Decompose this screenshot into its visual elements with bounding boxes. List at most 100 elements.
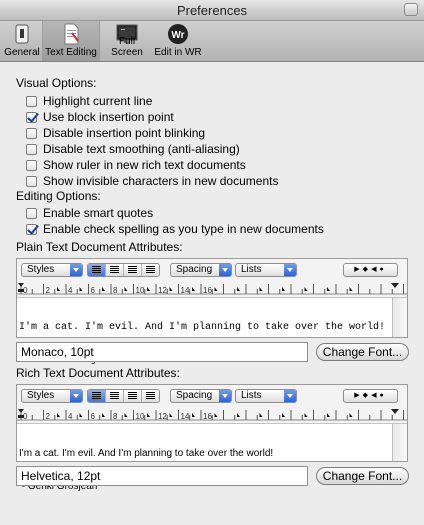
right-margin-marker[interactable] (391, 283, 399, 288)
tab-stop-marker[interactable] (169, 287, 173, 291)
right-margin-marker[interactable] (391, 409, 399, 414)
checkbox[interactable] (26, 223, 37, 235)
ruler-number: 14 (181, 412, 190, 421)
tab-stop-marker[interactable] (282, 413, 285, 417)
ruler-number: 6 (91, 286, 96, 295)
zoom-toolbar-toggle-button[interactable] (404, 3, 418, 16)
checkbox[interactable] (26, 159, 37, 171)
rich-text-attributes-heading: Rich Text Document Attributes: (16, 366, 180, 380)
toolbar-item-general[interactable]: General (4, 21, 40, 61)
spacing-label: Spacing (176, 390, 213, 401)
option-check-spelling[interactable]: Enable check spelling as you type in new… (26, 222, 324, 236)
checkbox[interactable] (26, 207, 37, 219)
option-enable-smart-quotes[interactable]: Enable smart quotes (26, 206, 153, 220)
tab-stops-well[interactable]: ▶◆◀● (343, 389, 398, 403)
spacing-popup[interactable]: Spacing (170, 389, 232, 403)
option-use-block-insertion-point[interactable]: Use block insertion point (26, 110, 174, 124)
checkbox[interactable] (26, 143, 37, 155)
tab-stop-marker[interactable] (237, 287, 240, 291)
align-left-button[interactable] (88, 390, 106, 402)
option-label: Highlight current line (43, 94, 153, 108)
tab-stop-marker[interactable] (327, 413, 330, 417)
plain-text-sample[interactable]: I'm a cat. I'm evil. And I'm planning to… (17, 297, 407, 366)
toolbar-label-general: General (4, 47, 40, 58)
rich-text-sample[interactable]: I'm a cat. I'm evil. And I'm planning to… (17, 423, 407, 492)
tab-stop-marker[interactable] (259, 287, 263, 291)
checkbox[interactable] (26, 175, 37, 187)
toolbar-item-edit-in-wr[interactable]: Wr Edit in WR (154, 21, 202, 61)
ruler[interactable]: 0 2 4 6 8 10 12 14 16 (17, 409, 407, 421)
tab-stop-marker[interactable] (147, 287, 150, 291)
align-justify-button[interactable] (124, 264, 142, 276)
plain-change-font-button[interactable]: Change Font... (316, 343, 409, 361)
svg-text:Wr: Wr (171, 30, 184, 41)
tab-stop-marker[interactable] (102, 287, 105, 291)
align-right-button[interactable] (142, 390, 159, 402)
tab-stop-marker[interactable] (79, 413, 83, 417)
toolbar-label-full-screen: Full Screen (111, 36, 143, 58)
scrollbar[interactable] (392, 298, 407, 337)
chevron-down-icon (70, 390, 82, 402)
tab-stop-marker[interactable] (124, 413, 128, 417)
tab-stop-marker[interactable] (349, 287, 353, 291)
tab-stop-marker[interactable] (79, 287, 83, 291)
checkbox[interactable] (26, 95, 37, 107)
option-label: Enable smart quotes (43, 206, 154, 220)
tab-stop-marker[interactable] (259, 413, 263, 417)
styles-popup[interactable]: Styles (21, 263, 83, 277)
checkbox[interactable] (26, 127, 37, 139)
tab-stop-marker[interactable] (192, 413, 195, 417)
visual-options-heading: Visual Options: (16, 76, 97, 90)
tab-stop-marker[interactable] (147, 413, 150, 417)
wr-logo-icon: Wr (167, 23, 189, 45)
option-disable-text-smoothing[interactable]: Disable text smoothing (anti-aliasing) (26, 142, 240, 156)
option-show-ruler[interactable]: Show ruler in new rich text documents (26, 158, 246, 172)
option-highlight-current-line[interactable]: Highlight current line (26, 94, 152, 108)
chevron-down-icon (219, 264, 231, 276)
ruler-number: 16 (203, 412, 212, 421)
scrollbar[interactable] (392, 424, 407, 461)
tab-stop-marker[interactable] (57, 413, 60, 417)
tab-stop-marker[interactable] (124, 287, 128, 291)
spacing-popup[interactable]: Spacing (170, 263, 232, 277)
tab-stop-marker[interactable] (237, 413, 240, 417)
option-show-invisible-characters[interactable]: Show invisible characters in new documen… (26, 174, 278, 188)
tab-stop-marker[interactable] (214, 413, 218, 417)
lists-popup[interactable]: Lists (235, 263, 297, 277)
tab-stop-marker[interactable] (304, 413, 308, 417)
ruler-number: 8 (113, 286, 118, 295)
align-right-button[interactable] (142, 264, 159, 276)
align-center-button[interactable] (106, 390, 124, 402)
styles-popup[interactable]: Styles (21, 389, 83, 403)
toolbar-label-edit-in-wr: Edit in WR (154, 47, 202, 58)
tab-stop-marker[interactable] (169, 413, 173, 417)
option-label: Show invisible characters in new documen… (43, 174, 279, 188)
spacing-label: Spacing (176, 264, 213, 275)
plain-text-attributes-heading: Plain Text Document Attributes: (16, 240, 183, 254)
text-document-icon (60, 23, 82, 45)
ruler-number: 2 (46, 412, 51, 421)
tab-stop-marker[interactable] (102, 413, 105, 417)
align-center-button[interactable] (106, 264, 124, 276)
tab-stop-marker[interactable] (57, 287, 60, 291)
tab-stop-marker[interactable] (327, 287, 330, 291)
tab-stop-marker[interactable] (282, 287, 285, 291)
tab-stop-marker[interactable] (349, 413, 353, 417)
tab-stop-marker[interactable] (304, 287, 308, 291)
toolbar-item-text-editing[interactable]: Text Editing (42, 21, 100, 61)
option-disable-insertion-point-blinking[interactable]: Disable insertion point blinking (26, 126, 205, 140)
lists-popup[interactable]: Lists (235, 389, 297, 403)
tab-stops-well[interactable]: ▶◆◀● (343, 263, 398, 277)
ruler-number: 4 (68, 412, 73, 421)
checkbox[interactable] (26, 111, 37, 123)
align-justify-button[interactable] (124, 390, 142, 402)
toolbar-item-full-screen[interactable]: Full Screen (102, 21, 152, 61)
ruler-number: 14 (181, 286, 190, 295)
ruler[interactable]: 0 2 4 6 8 10 12 14 16 (17, 283, 407, 295)
rich-change-font-button[interactable]: Change Font... (316, 467, 409, 485)
option-label: Show ruler in new rich text documents (43, 158, 246, 172)
tab-stop-marker[interactable] (192, 287, 195, 291)
align-left-button[interactable] (88, 264, 106, 276)
lists-label: Lists (241, 390, 262, 401)
tab-stop-marker[interactable] (214, 287, 218, 291)
